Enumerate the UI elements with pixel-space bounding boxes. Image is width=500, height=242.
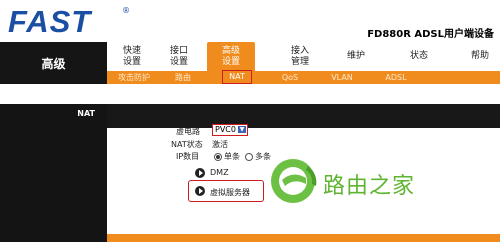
- registered-mark: ®: [122, 6, 130, 15]
- radio-single-option[interactable]: 单条: [214, 151, 240, 162]
- watermark-logo-icon: [271, 159, 317, 203]
- section-label-box: 高级: [0, 42, 107, 84]
- header: FAST ® FD880R ADSL用户端设备: [0, 0, 500, 42]
- nat-status-label: NAT状态: [171, 140, 203, 149]
- play-arrow-icon: [195, 186, 205, 196]
- pvc-label: 虚电路: [176, 127, 200, 136]
- fast-logo: FAST: [8, 4, 92, 39]
- nav-item-access-management[interactable]: 接入 管理: [285, 46, 315, 68]
- sub-nav: 攻击防护 路由 NAT QoS VLAN ADSL: [107, 70, 500, 84]
- subnav-nat[interactable]: NAT: [222, 70, 252, 84]
- dmz-link[interactable]: DMZ: [210, 168, 229, 177]
- main-nav: 快速 设置 接口 设置 高级 设置 接入 管理 维护 状态 帮助: [107, 42, 500, 71]
- footer-bar: [107, 234, 500, 242]
- radio-multi[interactable]: [245, 152, 253, 161]
- subnav-attack-protection[interactable]: 攻击防护: [113, 72, 155, 83]
- ip-count-label: IP数目: [176, 152, 200, 161]
- nav-item-status[interactable]: 状态: [404, 51, 434, 62]
- subnav-qos[interactable]: QoS: [279, 72, 301, 83]
- nav-item-quick-setup[interactable]: 快速 设置: [117, 46, 147, 68]
- nav-item-advanced-setup[interactable]: 高级 设置: [207, 42, 255, 71]
- panel-title: NAT: [77, 109, 95, 118]
- watermark-text: 路由之家: [323, 174, 416, 199]
- nav-item-help[interactable]: 帮助: [465, 51, 495, 62]
- play-arrow-icon: [195, 168, 205, 178]
- radio-single-label: 单条: [224, 152, 240, 161]
- pvc-select-value: PVC0: [215, 125, 236, 134]
- nat-status-value: 激活: [212, 140, 228, 149]
- section-label: 高级: [41, 57, 66, 71]
- device-model-title: FD880R ADSL用户端设备: [367, 29, 494, 40]
- subnav-routing[interactable]: 路由: [171, 72, 195, 83]
- virtual-server-link[interactable]: 虚拟服务器: [210, 187, 250, 198]
- chevron-down-icon[interactable]: ▼: [238, 126, 246, 133]
- subnav-adsl[interactable]: ADSL: [383, 72, 409, 83]
- nav-item-interface-setup[interactable]: 接口 设置: [164, 46, 194, 68]
- pvc-select[interactable]: PVC0 ▼: [212, 124, 248, 136]
- left-panel: [0, 104, 107, 242]
- radio-single[interactable]: [214, 152, 222, 161]
- subnav-vlan[interactable]: VLAN: [329, 72, 355, 83]
- nav-item-maintenance[interactable]: 维护: [341, 51, 371, 62]
- spacer: [0, 84, 500, 104]
